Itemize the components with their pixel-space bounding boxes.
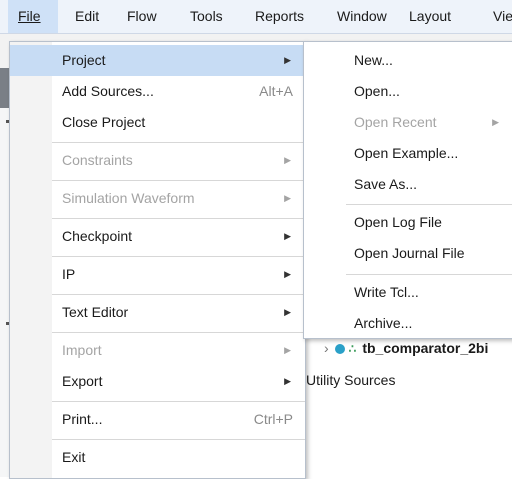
- menu-separator: [52, 256, 305, 257]
- menu-separator: [346, 274, 512, 275]
- file-menu: Project ▶ Add Sources... Alt+A Close Proje…: [9, 41, 306, 479]
- menu-item-new[interactable]: New...: [304, 45, 512, 76]
- submenu-arrow-icon: ▶: [284, 55, 291, 65]
- menu-item-close-project[interactable]: Close Project: [10, 107, 305, 138]
- menu-item-close-project-label: Close Project: [62, 114, 146, 130]
- menu-item-write-tcl-label: Write Tcl...: [354, 284, 419, 300]
- menu-item-checkpoint-label: Checkpoint: [62, 228, 133, 244]
- menu-separator: [52, 294, 305, 295]
- menu-item-add-sources-shortcut: Alt+A: [259, 83, 293, 99]
- menu-item-open-journal-file-label: Open Journal File: [354, 245, 465, 261]
- menu-item-save-as[interactable]: Save As...: [304, 169, 512, 200]
- menu-separator: [52, 218, 305, 219]
- menu-layout[interactable]: Layout: [409, 0, 451, 33]
- menu-item-constraints[interactable]: Constraints ▶: [10, 145, 305, 176]
- menu-item-text-editor-label: Text Editor: [62, 304, 129, 320]
- menu-item-print[interactable]: Print... Ctrl+P: [10, 404, 305, 435]
- menu-separator: [52, 439, 305, 440]
- menu-item-archive[interactable]: Archive...: [304, 308, 512, 339]
- project-submenu: New... Open... Open Recent ▶ Open Example…: [303, 41, 512, 339]
- submenu-arrow-icon: ▶: [284, 345, 291, 355]
- menu-item-open-example-label: Open Example...: [354, 145, 459, 161]
- tree-expand-icon[interactable]: ›: [324, 340, 329, 356]
- menu-separator: [346, 204, 512, 205]
- menu-separator: [52, 332, 305, 333]
- menu-item-exit-label: Exit: [62, 449, 86, 465]
- menu-item-ip[interactable]: IP ▶: [10, 259, 305, 290]
- menu-item-add-sources[interactable]: Add Sources... Alt+A: [10, 76, 305, 107]
- menu-item-project[interactable]: Project ▶: [10, 45, 305, 76]
- tree-item-label: tb_comparator_2bi: [362, 340, 489, 356]
- menu-item-open-journal-file[interactable]: Open Journal File: [304, 238, 512, 269]
- submenu-arrow-icon: ▶: [284, 376, 291, 386]
- submenu-arrow-icon: ▶: [284, 307, 291, 317]
- submenu-arrow-icon: ▶: [284, 231, 291, 241]
- menu-reports[interactable]: Reports: [255, 0, 304, 33]
- menu-file[interactable]: File: [8, 0, 58, 33]
- menu-item-export[interactable]: Export ▶: [10, 366, 305, 397]
- menu-item-open[interactable]: Open...: [304, 76, 512, 107]
- menu-item-print-label: Print...: [62, 411, 103, 427]
- menu-view[interactable]: Vie: [493, 0, 512, 33]
- hierarchy-icon: ∴: [348, 342, 357, 356]
- menu-edit[interactable]: Edit: [75, 0, 99, 33]
- menu-item-simulation-waveform-label: Simulation Waveform: [62, 190, 195, 206]
- menu-item-archive-label: Archive...: [354, 315, 413, 331]
- menu-item-exit[interactable]: Exit: [10, 442, 305, 473]
- menu-item-open-label: Open...: [354, 83, 400, 99]
- menu-item-open-log-file[interactable]: Open Log File: [304, 207, 512, 238]
- menu-item-checkpoint[interactable]: Checkpoint ▶: [10, 221, 305, 252]
- menu-item-simulation-waveform[interactable]: Simulation Waveform ▶: [10, 183, 305, 214]
- menu-flow[interactable]: Flow: [127, 0, 157, 33]
- menu-item-import-label: Import: [62, 342, 102, 358]
- menu-item-add-sources-label: Add Sources...: [62, 83, 154, 99]
- submenu-arrow-icon: ▶: [284, 155, 291, 165]
- menu-window[interactable]: Window: [337, 0, 387, 33]
- submenu-arrow-icon: ▶: [492, 117, 499, 127]
- menu-item-print-shortcut: Ctrl+P: [253, 411, 293, 427]
- menu-item-open-log-file-label: Open Log File: [354, 214, 442, 230]
- menu-item-write-tcl[interactable]: Write Tcl...: [304, 277, 512, 308]
- module-dot-icon: [334, 344, 345, 354]
- menu-item-text-editor[interactable]: Text Editor ▶: [10, 297, 305, 328]
- menu-item-open-example[interactable]: Open Example...: [304, 138, 512, 169]
- menu-item-save-as-label: Save As...: [354, 176, 418, 192]
- menu-separator: [52, 142, 305, 143]
- menu-item-ip-label: IP: [62, 266, 76, 282]
- menu-separator: [52, 180, 305, 181]
- menu-item-open-recent[interactable]: Open Recent ▶: [304, 107, 512, 138]
- utility-sources-label[interactable]: Utility Sources: [306, 368, 395, 392]
- menu-item-constraints-label: Constraints: [62, 152, 133, 168]
- submenu-arrow-icon: ▶: [284, 269, 291, 279]
- menu-item-open-recent-label: Open Recent: [354, 114, 437, 130]
- menu-bar: File Edit Flow Tools Reports Window Layo…: [0, 0, 512, 34]
- menu-file-label: File: [18, 8, 41, 24]
- submenu-arrow-icon: ▶: [284, 193, 291, 203]
- menu-separator: [52, 401, 305, 402]
- menu-item-new-label: New...: [354, 52, 393, 68]
- menu-item-import[interactable]: Import ▶: [10, 335, 305, 366]
- menu-item-export-label: Export: [62, 373, 103, 389]
- menu-tools[interactable]: Tools: [190, 0, 223, 33]
- tree-item-tb-comparator[interactable]: › ∴ tb_comparator_2bi: [324, 336, 488, 360]
- menu-item-project-label: Project: [62, 52, 106, 68]
